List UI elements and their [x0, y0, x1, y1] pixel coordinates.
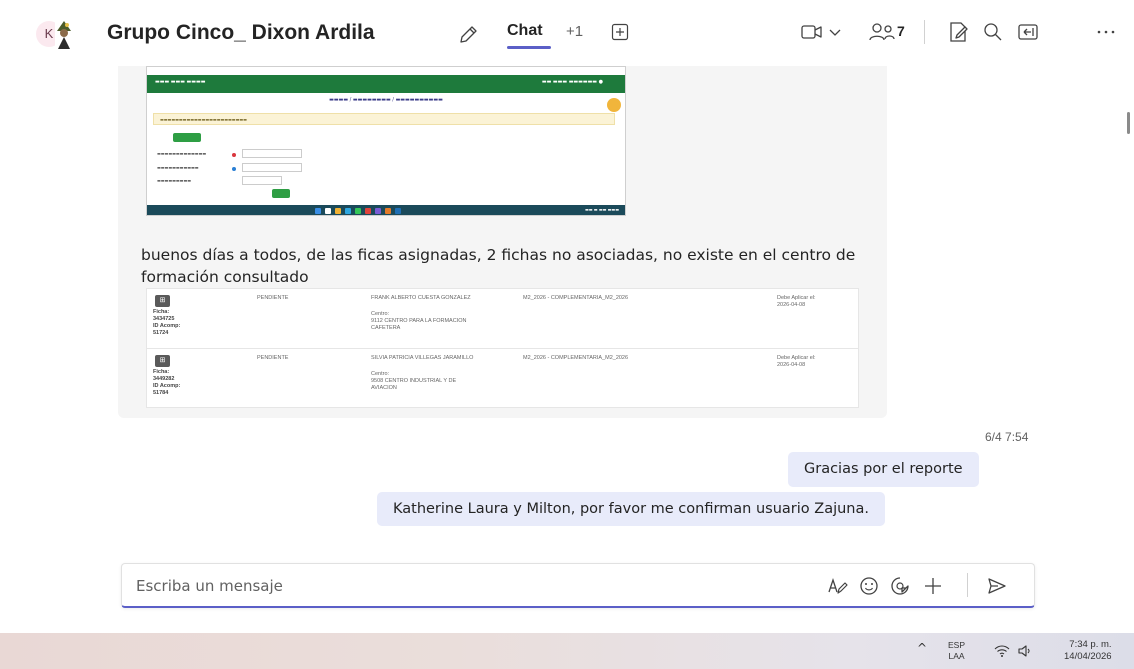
- video-call-icon[interactable]: [800, 20, 824, 44]
- screenshot-select: [242, 176, 282, 185]
- attached-screenshot-table[interactable]: ⊞ Ficha: 3434725 ID Acomp: 51724 PENDIEN…: [146, 288, 859, 408]
- add-tab-icon[interactable]: [610, 22, 630, 42]
- screenshot-taskbar-icon: [365, 208, 371, 214]
- tab-chat[interactable]: Chat: [507, 22, 543, 40]
- screenshot-taskbar-icon: [395, 208, 401, 214]
- screenshot-warning: ▬▬▬▬▬▬▬▬▬▬▬▬▬▬▬▬▬▬▬▬▬▬▬: [153, 113, 615, 125]
- record-icon: ⊞: [155, 355, 170, 367]
- record-icon: ⊞: [155, 295, 170, 307]
- screenshot-label: ▬▬▬▬▬▬▬▬▬▬▬▬▬: [157, 151, 207, 156]
- lang-layout: LAA: [948, 651, 965, 661]
- emoji-icon[interactable]: [858, 575, 880, 597]
- table-cell-fecha: Debe Aplicar el: 2026-04-08: [777, 355, 816, 368]
- screenshot-green-button: [173, 133, 201, 142]
- table-cell-programa: M2_2026 - COMPLEMENTARIA_M2_2026: [523, 355, 629, 361]
- table-cell-estado: PENDIENTE: [257, 295, 289, 301]
- screenshot-breadcrumb: ▬▬▬▬ / ▬▬▬▬▬▬▬▬ / ▬▬▬▬▬▬▬▬▬▬: [329, 97, 443, 103]
- screenshot-taskbar-icon: [345, 208, 351, 214]
- screenshot-bar-text: ▬▬▬ ▬▬▬ ▬▬▬▬: [155, 79, 206, 85]
- composer-divider: [967, 573, 968, 597]
- table-cell-nombre: FRANK ALBERTO CUESTA GONZALEZ: [371, 295, 471, 301]
- more-icon[interactable]: [1094, 20, 1118, 44]
- avatar-photo-icon: [55, 19, 73, 49]
- table-cell-estado: PENDIENTE: [257, 355, 289, 361]
- wifi-icon[interactable]: [994, 644, 1010, 658]
- screenshot-help-icon: [607, 98, 621, 112]
- table-cell-nombre: SILVIA PATRICIA VILLEGAS JARAMILLO: [371, 355, 474, 361]
- people-count[interactable]: 7: [897, 23, 905, 39]
- clock-time: 7:34 p. m.: [1069, 639, 1112, 650]
- language-indicator[interactable]: ESP LAA: [948, 640, 965, 662]
- attached-screenshot-form[interactable]: ▬▬▬ ▬▬▬ ▬▬▬▬ ▬▬ ▬▬▬ ▬▬▬▬▬▬ ● ▬▬▬▬ / ▬▬▬▬…: [146, 66, 626, 216]
- screenshot-taskbar-clock: ▬▬ ▬ ▬▬ ▬▬▬: [584, 207, 619, 212]
- lang-code: ESP: [948, 640, 966, 650]
- table-row: ⊞ Ficha: 3449282 ID Acomp: 51784 PENDIEN…: [147, 349, 858, 409]
- screenshot-label: ▬▬▬▬▬▬▬▬▬: [157, 178, 192, 183]
- table-cell-ficha: Ficha: 3434725 ID Acomp: 51724: [153, 309, 181, 336]
- header-divider: [924, 20, 925, 44]
- chat-thread[interactable]: ▬▬▬ ▬▬▬ ▬▬▬▬ ▬▬ ▬▬▬ ▬▬▬▬▬▬ ● ▬▬▬▬ / ▬▬▬▬…: [0, 66, 1134, 632]
- popout-icon[interactable]: [1016, 20, 1040, 44]
- message-text: buenos días a todos, de las ficas asigna…: [141, 246, 856, 286]
- screenshot-taskbar-icon: [375, 208, 381, 214]
- screenshot-submit-button: [272, 189, 290, 198]
- screenshot-bar-right: ▬▬ ▬▬▬ ▬▬▬▬▬▬ ●: [541, 79, 603, 85]
- attach-icon[interactable]: [922, 575, 944, 597]
- table-cell-centro: Centro: 9112 CENTRO PARA LA FORMACION CA…: [371, 311, 467, 331]
- format-icon[interactable]: [826, 575, 848, 597]
- screenshot-taskbar-icon: [315, 208, 321, 214]
- table-row: ⊞ Ficha: 3434725 ID Acomp: 51724 PENDIEN…: [147, 289, 858, 349]
- screenshot-dot: [232, 153, 236, 157]
- chevron-down-icon[interactable]: [828, 20, 842, 44]
- table-cell-programa: M2_2026 - COMPLEMENTARIA_M2_2026: [523, 295, 629, 301]
- table-cell-ficha: Ficha: 3449282 ID Acomp: 51784: [153, 369, 181, 396]
- people-icon[interactable]: [868, 20, 896, 44]
- scrollbar[interactable]: [1127, 112, 1130, 134]
- sent-message[interactable]: Gracias por el reporte: [788, 452, 979, 487]
- tab-more[interactable]: +1: [566, 23, 583, 40]
- screenshot-taskbar-icon: [385, 208, 391, 214]
- sticker-icon[interactable]: [889, 575, 911, 597]
- tray-chevron-up-icon[interactable]: ^: [917, 641, 927, 655]
- chat-title[interactable]: Grupo Cinco_ Dixon Ardila: [107, 21, 375, 45]
- message-composer[interactable]: [121, 563, 1035, 608]
- tab-active-indicator: [507, 46, 551, 49]
- message-timestamp: 6/4 7:54: [985, 430, 1029, 444]
- table-cell-fecha: Debe Aplicar el: 2026-04-08: [777, 295, 816, 308]
- sent-message[interactable]: Katherine Laura y Milton, por favor me c…: [377, 492, 885, 526]
- notes-icon[interactable]: [946, 20, 970, 44]
- message-input[interactable]: [136, 574, 636, 598]
- clock-date: 14/04/2026: [1064, 651, 1112, 662]
- send-icon[interactable]: [986, 575, 1008, 597]
- edit-icon[interactable]: [457, 24, 479, 46]
- chat-header: K Grupo Cinco_ Dixon Ardila Chat +1 7: [0, 0, 1134, 66]
- screenshot-taskbar-icon: [355, 208, 361, 214]
- screenshot-field: [242, 149, 302, 158]
- screenshot-dot: [232, 167, 236, 171]
- group-avatar[interactable]: K: [36, 17, 76, 51]
- screenshot-taskbar-icon: [325, 208, 331, 214]
- screenshot-label: ▬▬▬▬▬▬▬▬▬▬▬: [157, 165, 199, 170]
- system-clock[interactable]: 7:34 p. m. 14/04/2026: [1064, 639, 1112, 663]
- volume-icon[interactable]: [1017, 644, 1033, 658]
- table-cell-centro: Centro: 9508 CENTRO INDUSTRIAL Y DE AVIA…: [371, 371, 457, 391]
- screenshot-taskbar-icon: [335, 208, 341, 214]
- screenshot-field: [242, 163, 302, 172]
- search-icon[interactable]: [981, 20, 1005, 44]
